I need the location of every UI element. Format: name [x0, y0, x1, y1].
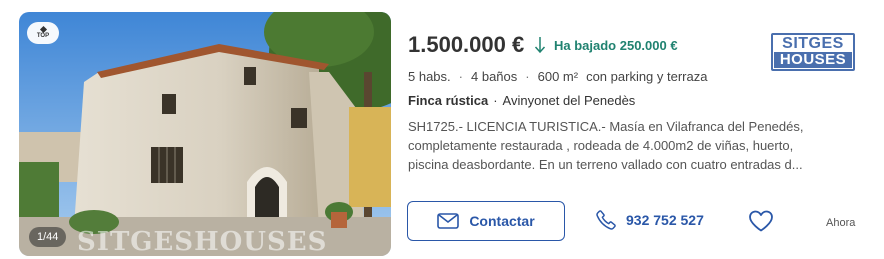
feature-extras: con parking y terraza [586, 69, 708, 84]
photo-watermark: SITGESHOUSES [77, 227, 328, 256]
phone-number: 932 752 527 [626, 212, 704, 228]
description-line: piscina deasbordante. En un terreno vall… [408, 157, 803, 172]
feature-area: 600 m² [537, 69, 579, 84]
property-type: Finca rústica [408, 93, 489, 108]
posted-time: Ahora [826, 217, 856, 229]
top-badge: TOP [27, 22, 59, 44]
property-image [19, 12, 391, 256]
agency-logo-line1: SITGES [782, 35, 844, 52]
description-line: SH1725.- LICENCIA TURISTICA.- Masía en V… [408, 119, 804, 134]
phone-icon [596, 210, 616, 230]
envelope-icon [437, 213, 460, 229]
phone-button[interactable]: 932 752 527 [595, 209, 704, 231]
feature-rooms: 5 habs. [408, 69, 451, 84]
favorite-button[interactable] [748, 209, 774, 238]
agency-logo[interactable]: SITGES HOUSES [771, 33, 855, 71]
top-badge-label: TOP [36, 32, 50, 39]
feature-spacer [578, 69, 586, 84]
diamond-icon [39, 25, 47, 33]
feature-bathrooms: 4 baños [471, 69, 518, 84]
price-drop-label: Ha bajado 250.000 € [554, 38, 678, 53]
listing-photo[interactable]: TOP SITGESHOUSES 1/44 [19, 12, 391, 256]
property-location: Avinyonet del Penedès [502, 93, 636, 108]
photo-counter: 1/44 [29, 227, 67, 247]
feature-separator: · [458, 69, 463, 84]
contact-button-label: Contactar [469, 213, 535, 229]
listing-description[interactable]: SH1725.- LICENCIA TURISTICA.- Masía en V… [408, 117, 828, 174]
feature-separator: · [525, 69, 530, 84]
contact-button[interactable]: Contactar [407, 201, 565, 241]
listing-price[interactable]: 1.500.000 € [408, 32, 524, 58]
agency-logo-line2: HOUSES [774, 52, 852, 68]
title-separator: · [493, 93, 498, 108]
listing-title[interactable]: Finca rústica · Avinyonet del Penedès [408, 93, 635, 108]
listing-features: 5 habs. · 4 baños · 600 m² con parking y… [408, 69, 707, 84]
description-line: completamente restaurada , rodeada de 4.… [408, 138, 794, 153]
arrow-down-icon [534, 37, 546, 54]
listing-card[interactable]: TOP SITGESHOUSES 1/44 1.500.000 € Ha baj… [0, 0, 884, 259]
heart-icon [749, 210, 773, 232]
